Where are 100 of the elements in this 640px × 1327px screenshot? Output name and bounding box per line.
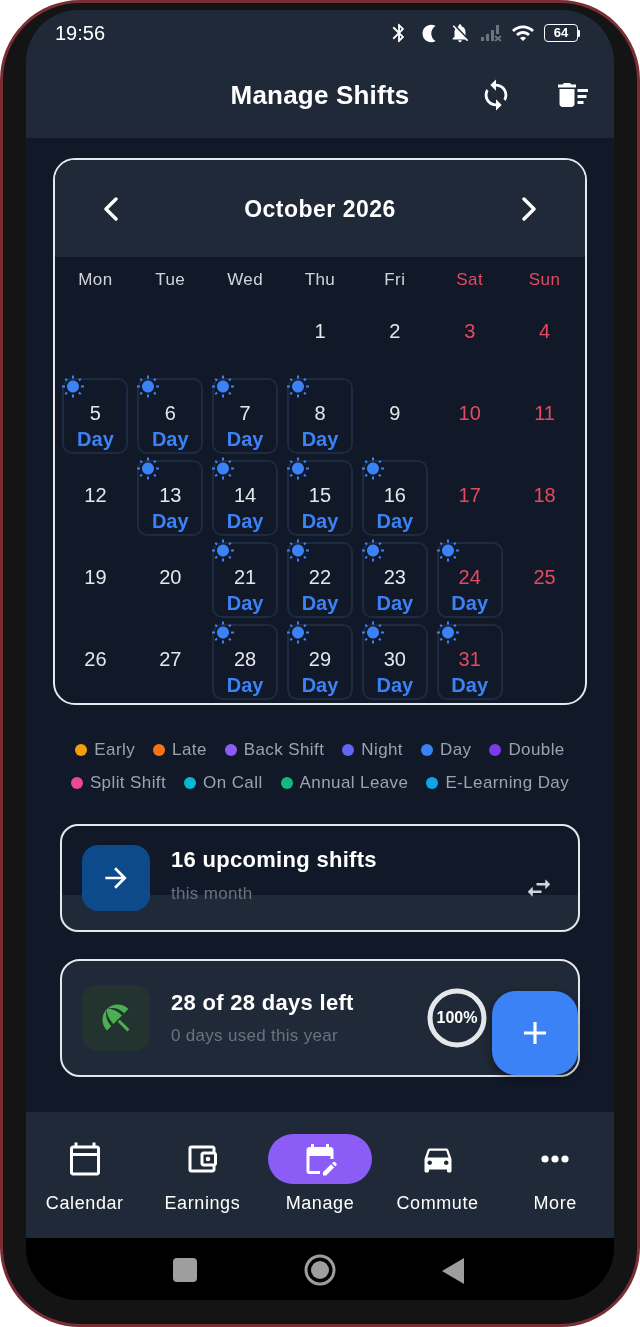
shift-day-cell[interactable]: 30 Day bbox=[361, 624, 428, 700]
day-number: 28 bbox=[234, 647, 257, 672]
legend-label: Late bbox=[172, 739, 207, 761]
legend-label: Early bbox=[94, 739, 136, 761]
legend-label: Double bbox=[508, 739, 565, 761]
day-number[interactable]: 17 bbox=[458, 482, 481, 508]
day-number[interactable]: 27 bbox=[159, 646, 182, 672]
umbrella-icon bbox=[82, 985, 150, 1051]
day-number[interactable]: 19 bbox=[84, 564, 107, 590]
shift-label: Day bbox=[226, 673, 264, 698]
shift-label: Day bbox=[151, 427, 189, 452]
shift-day-cell[interactable]: 16 Day bbox=[361, 460, 428, 536]
day-number: 31 bbox=[458, 647, 481, 672]
add-button[interactable] bbox=[492, 991, 578, 1075]
battery-percentage: 64 bbox=[553, 26, 569, 40]
day-number: 14 bbox=[234, 483, 257, 508]
nav-item[interactable]: More bbox=[496, 1134, 614, 1238]
shift-day-cell[interactable]: 21 Day bbox=[212, 542, 279, 618]
day-number: 16 bbox=[383, 483, 406, 508]
day-number[interactable]: 11 bbox=[534, 400, 555, 426]
shift-label: Day bbox=[301, 673, 339, 698]
progress-ring bbox=[426, 987, 488, 1049]
day-number: 24 bbox=[458, 565, 481, 590]
shift-label: Day bbox=[226, 427, 264, 452]
day-number[interactable]: 20 bbox=[159, 564, 182, 590]
nav-item[interactable]: Earnings bbox=[143, 1134, 262, 1238]
day-number[interactable]: 3 bbox=[464, 318, 476, 344]
day-number[interactable]: 26 bbox=[84, 646, 107, 672]
shift-label: Day bbox=[301, 509, 339, 534]
shift-day-cell[interactable]: 28 Day bbox=[212, 624, 279, 700]
month-title: October 2026 bbox=[244, 194, 396, 224]
page-title: Manage Shifts bbox=[230, 79, 410, 111]
legend-label: Back Shift bbox=[243, 739, 325, 761]
shift-label: Day bbox=[301, 427, 339, 452]
signal-icon bbox=[480, 24, 502, 42]
shift-label: Day bbox=[376, 591, 414, 616]
weekday-label: Thu bbox=[304, 269, 336, 291]
day-number: 5 bbox=[89, 401, 101, 426]
legend-label: E-Learning Day bbox=[445, 772, 570, 794]
shift-day-cell[interactable]: 23 Day bbox=[361, 542, 428, 618]
legend-label: Split Shift bbox=[89, 772, 167, 794]
nav-item[interactable]: Commute bbox=[378, 1134, 497, 1238]
day-number[interactable]: 18 bbox=[533, 482, 556, 508]
shift-day-cell[interactable]: 15 Day bbox=[287, 460, 353, 536]
more-icon bbox=[541, 1155, 570, 1163]
shift-day-cell[interactable]: 5 Day bbox=[62, 378, 129, 454]
shift-day-cell[interactable]: 8 Day bbox=[287, 378, 353, 454]
shift-label: Day bbox=[451, 591, 489, 616]
day-number[interactable]: 1 bbox=[314, 318, 326, 344]
nav-item[interactable]: Calendar bbox=[26, 1134, 144, 1238]
shift-day-cell[interactable]: 29 Day bbox=[287, 624, 353, 700]
day-number: 22 bbox=[308, 565, 332, 590]
legend-label: Night bbox=[361, 739, 403, 761]
shift-day-cell[interactable]: 13 Day bbox=[137, 460, 204, 536]
day-number[interactable]: 25 bbox=[533, 564, 556, 590]
shift-label: Day bbox=[226, 591, 264, 616]
shift-label: Day bbox=[376, 509, 414, 534]
upcoming-shifts-card[interactable]: 16 upcoming shifts this month bbox=[60, 824, 580, 932]
legend-label: Annual Leave bbox=[299, 772, 409, 794]
day-number[interactable]: 12 bbox=[84, 482, 107, 508]
progress-percentage: 100% bbox=[436, 1008, 478, 1028]
legend-label: Day bbox=[439, 739, 472, 761]
day-number[interactable]: 9 bbox=[389, 400, 401, 426]
day-number: 7 bbox=[239, 401, 251, 426]
nav-item[interactable]: Manage bbox=[261, 1134, 379, 1238]
day-number: 29 bbox=[308, 647, 332, 672]
day-number: 15 bbox=[308, 483, 332, 508]
annual-leave-card[interactable]: 28 of 28 days left 0 days used this year 100% bbox=[60, 959, 580, 1077]
day-number: 21 bbox=[234, 565, 257, 590]
shift-label: Day bbox=[301, 591, 339, 616]
shift-day-cell[interactable]: 7 Day bbox=[212, 378, 279, 454]
shift-label: Day bbox=[77, 427, 114, 452]
card-subtitle: 0 days used this year bbox=[171, 1025, 339, 1047]
day-number: 30 bbox=[383, 647, 406, 672]
weekday-label: Wed bbox=[227, 269, 264, 291]
day-number: 23 bbox=[383, 565, 406, 590]
back-icon[interactable] bbox=[442, 1258, 464, 1284]
card-title: 16 upcoming shifts bbox=[171, 846, 377, 874]
shift-day-cell[interactable]: 24 Day bbox=[436, 542, 503, 618]
day-number: 8 bbox=[314, 401, 326, 426]
shift-label: Day bbox=[151, 509, 189, 534]
shift-label: Day bbox=[226, 509, 264, 534]
shift-label: Day bbox=[451, 673, 489, 698]
home-icon[interactable] bbox=[303, 1254, 336, 1286]
day-number[interactable]: 2 bbox=[389, 318, 401, 344]
weekday-label: Tue bbox=[155, 269, 186, 291]
chevron-right-icon bbox=[522, 196, 536, 221]
legend-label: On Call bbox=[203, 772, 263, 794]
day-number[interactable]: 4 bbox=[539, 318, 551, 344]
status-time: 19:56 bbox=[55, 21, 106, 45]
shift-day-cell[interactable]: 22 Day bbox=[287, 542, 353, 618]
day-number: 13 bbox=[159, 483, 182, 508]
weekday-label: Sat bbox=[456, 269, 484, 291]
day-number[interactable]: 10 bbox=[458, 400, 481, 426]
weekday-label: Sun bbox=[528, 269, 561, 291]
shift-day-cell[interactable]: 14 Day bbox=[212, 460, 279, 536]
card-title: 28 of 28 days left bbox=[171, 989, 354, 1017]
shift-day-cell[interactable]: 6 Day bbox=[137, 378, 204, 454]
shift-day-cell[interactable]: 31 Day bbox=[436, 624, 503, 700]
weekday-label: Mon bbox=[78, 269, 113, 291]
